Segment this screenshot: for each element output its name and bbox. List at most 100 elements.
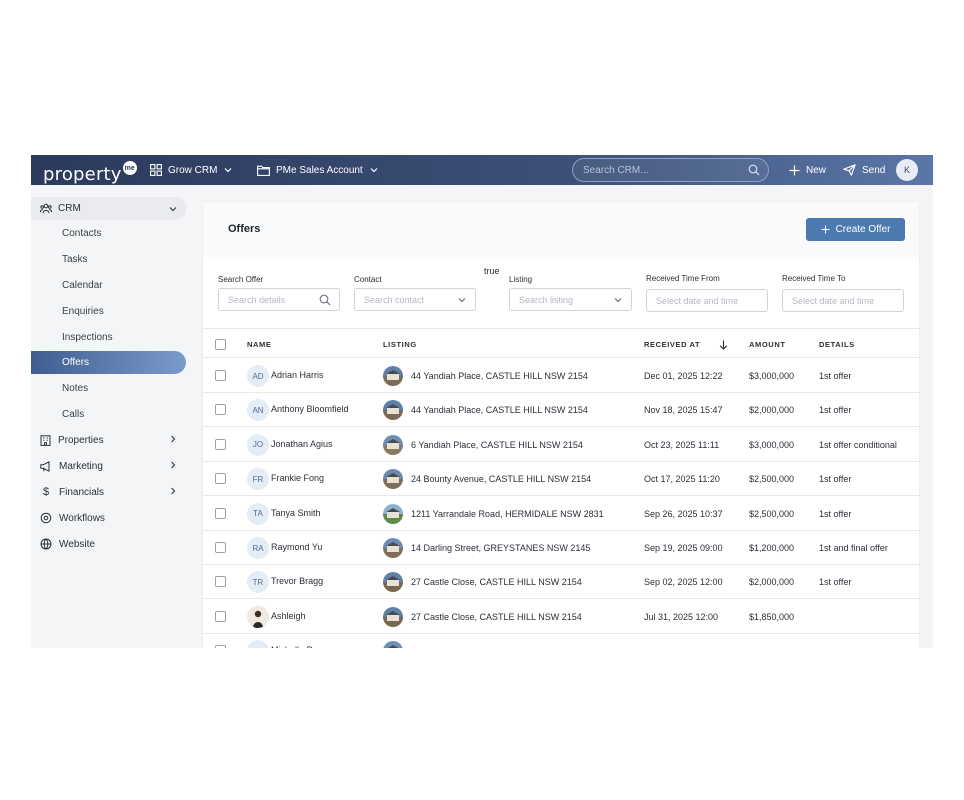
new-button[interactable]: New — [789, 155, 826, 185]
listing-address[interactable]: 27 Castle Close, CASTLE HILL NSW 2154 — [411, 577, 582, 587]
sidebar-item-tasks[interactable]: Tasks — [31, 248, 186, 271]
received-to-placeholder: Select date and time — [792, 295, 875, 306]
filter-bar: true Search Offer Search details Contact… — [203, 257, 919, 329]
listing-address[interactable]: 6 Yandiah Place, CASTLE HILL NSW 2154 — [411, 440, 583, 450]
sidebar-item-website[interactable]: Website — [31, 533, 186, 555]
sidebar-crm-group[interactable]: CRM — [31, 197, 186, 220]
listing-address[interactable]: 24 Bounty Avenue, CASTLE HILL NSW 2154 — [411, 474, 591, 484]
row-checkbox[interactable] — [215, 404, 226, 416]
table-row[interactable]: TA Tanya Smith 1211 Yarrandale Road, HERMI… — [203, 497, 919, 531]
contact-name[interactable]: Anthony Bloomfield — [271, 404, 349, 414]
sidebar-item-financials[interactable]: $ Financials — [31, 481, 186, 503]
send-button[interactable]: Send — [843, 155, 885, 185]
grow-crm-menu[interactable]: Grow CRM — [150, 155, 233, 185]
collapse-sidebar-button[interactable]: « — [39, 645, 46, 648]
account-label: PMe Sales Account — [276, 164, 363, 176]
contact-placeholder: Search contact — [364, 294, 425, 305]
crm-search-input[interactable] — [583, 164, 743, 176]
sidebar-item-inspections[interactable]: Inspections — [31, 326, 186, 349]
table-row[interactable]: MIMichelle P — [203, 634, 919, 648]
received-to-input[interactable]: Select date and time — [782, 289, 904, 312]
row-checkbox[interactable] — [215, 473, 226, 485]
dollar-icon: $ — [42, 486, 50, 498]
contact-name[interactable]: Adrian Harris — [271, 370, 324, 380]
sidebar-item-calendar[interactable]: Calendar — [31, 274, 186, 297]
account-menu[interactable]: PMe Sales Account — [257, 155, 379, 185]
sidebar-item-enquiries[interactable]: Enquiries — [31, 300, 186, 323]
sidebar-crm-label: CRM — [58, 203, 81, 214]
select-all-checkbox[interactable] — [215, 339, 226, 350]
column-header-name[interactable]: NAME — [247, 340, 271, 349]
table-row[interactable]: Ashleigh 27 Castle Close, CASTLE HILL NSW… — [203, 600, 919, 634]
contact-initials-avatar: TR — [247, 571, 269, 594]
grow-crm-label: Grow CRM — [168, 164, 218, 176]
received-from-placeholder: Select date and time — [656, 295, 739, 306]
listing-address[interactable]: 44 Yandiah Place, CASTLE HILL NSW 2154 — [411, 371, 588, 381]
column-header-received-at[interactable]: RECEIVED AT — [644, 340, 700, 349]
sidebar-item-offers[interactable]: Offers — [31, 351, 186, 374]
row-checkbox[interactable] — [215, 370, 226, 381]
contact-initials-avatar: FR — [247, 468, 269, 491]
table-row[interactable]: TR Trevor Bragg 27 Castle Close, CASTLE HI… — [203, 565, 919, 600]
row-checkbox[interactable] — [215, 576, 226, 588]
listing-thumbnail — [383, 400, 403, 421]
crm-search[interactable] — [572, 158, 769, 182]
create-offer-button[interactable]: Create Offer — [806, 218, 905, 241]
offer-details: 1st offer — [819, 474, 852, 485]
listing-filter-select[interactable]: Search listing — [509, 288, 632, 311]
column-header-listing[interactable]: LISTING — [383, 340, 417, 349]
column-header-amount[interactable]: AMOUNT — [749, 340, 786, 349]
search-offer-input[interactable]: Search details — [218, 288, 340, 311]
received-from-input[interactable]: Select date and time — [646, 289, 768, 312]
listing-thumbnail — [383, 538, 403, 558]
contact-initials-avatar: AD — [247, 365, 269, 387]
contact-name[interactable]: Jonathan Agius — [271, 439, 333, 449]
offer-details: 1st and final offer — [819, 543, 888, 553]
table-row[interactable]: RA Raymond Yu 14 Darling Street, GREYSTANE… — [203, 531, 919, 565]
table-row[interactable]: AD Adrian Harris 44 Yandiah Place, CASTLE … — [203, 359, 919, 393]
contact-photo-avatar — [247, 605, 269, 628]
row-checkbox[interactable] — [215, 610, 226, 622]
people-icon — [40, 203, 52, 214]
row-checkbox[interactable] — [215, 542, 226, 553]
table-row[interactable]: JO Jonathan Agius 6 Yandiah Place, CASTLE … — [203, 428, 919, 462]
offer-amount: $2,000,000 — [749, 577, 795, 588]
sidebar: CRM Contacts Tasks Calendar Enquiries In… — [31, 185, 189, 648]
send-icon — [843, 164, 856, 176]
plus-icon — [789, 165, 800, 175]
column-header-details[interactable]: DETAILS — [819, 340, 855, 349]
row-checkbox[interactable] — [215, 438, 226, 450]
offer-amount: $3,000,000 — [749, 439, 795, 450]
listing-address[interactable]: 14 Darling Street, GREYSTANES NSW 2145 — [411, 543, 590, 553]
sidebar-item-calls[interactable]: Calls — [31, 403, 186, 426]
received-from-label: Received Time From — [646, 274, 720, 283]
sidebar-item-properties[interactable]: Properties — [31, 429, 186, 451]
listing-address[interactable]: 27 Castle Close, CASTLE HILL NSW 2154 — [411, 612, 582, 622]
contact-name[interactable]: Tanya Smith — [271, 508, 321, 518]
listing-address[interactable]: 44 Yandiah Place, CASTLE HILL NSW 2154 — [411, 405, 588, 415]
contact-filter-select[interactable]: Search contact — [354, 288, 476, 311]
row-checkbox[interactable] — [215, 645, 226, 648]
row-checkbox[interactable] — [215, 507, 226, 519]
contact-initials-avatar: RA — [247, 537, 269, 559]
sidebar-item-label: Financials — [59, 486, 105, 498]
sidebar-item-marketing[interactable]: Marketing — [31, 455, 186, 477]
sidebar-item-contacts[interactable]: Contacts — [31, 222, 186, 245]
listing-address[interactable]: 1211 Yarrandale Road, HERMIDALE NSW 2831 — [411, 509, 604, 519]
table-row[interactable]: AN Anthony Bloomfield 44 Yandiah Place, CA… — [203, 393, 919, 428]
offer-amount: $2,000,000 — [749, 405, 795, 416]
workflow-icon — [40, 512, 52, 524]
search-icon[interactable] — [748, 164, 760, 176]
contact-name[interactable]: Raymond Yu — [271, 542, 322, 552]
contact-name[interactable]: Michelle P — [271, 645, 313, 648]
table-row[interactable]: FR Frankie Fong 24 Bounty Avenue, CASTLE H… — [203, 462, 919, 497]
sidebar-item-notes[interactable]: Notes — [31, 377, 186, 400]
contact-name[interactable]: Trevor Bragg — [271, 576, 323, 586]
contact-name[interactable]: Ashleigh — [271, 611, 306, 621]
sort-descending-icon[interactable] — [719, 340, 728, 350]
user-avatar[interactable]: K — [896, 159, 918, 181]
sidebar-item-workflows[interactable]: Workflows — [31, 507, 186, 529]
chevron-down-icon — [225, 168, 232, 173]
contact-name[interactable]: Frankie Fong — [271, 473, 324, 483]
propertyme-logo[interactable]: property me — [43, 161, 137, 184]
